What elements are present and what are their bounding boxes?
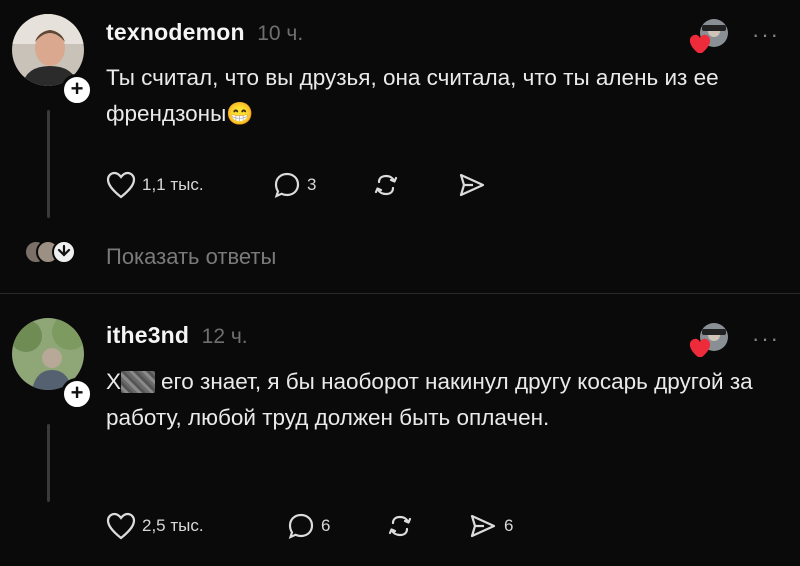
comment-text-content: его знает, я бы наоборот накинул другу к… [106,369,753,430]
share-button[interactable] [457,171,487,199]
grinning-emoji: 😁 [226,101,254,126]
thread-line [47,424,50,502]
timestamp: 10 ч. [257,22,304,45]
comment-header: ithe3nd 12 ч. [106,322,248,349]
liked-by-author-badge [688,17,732,62]
heart-outline-icon [106,171,136,199]
reply-button[interactable]: 3 [273,171,316,199]
divider [0,293,800,294]
repost-icon [374,174,398,196]
reply-count: 3 [307,175,317,194]
comment-text-content: Ты считал, что вы друзья, она считала, ч… [106,65,719,126]
username[interactable]: ithe3nd [106,322,189,348]
show-replies-link[interactable]: Показать ответы [106,244,276,270]
username[interactable]: texnodemon [106,19,245,45]
heart-outline-icon [106,512,136,540]
redacted-prefix: Х [106,369,122,394]
speech-bubble-icon [274,172,300,198]
timestamp: 12 ч. [201,325,248,348]
follow-plus-icon[interactable]: + [61,74,93,106]
reply-count: 6 [321,516,331,535]
comment-header: texnodemon 10 ч. [106,19,303,46]
repost-button[interactable] [372,171,400,199]
repost-icon [388,515,412,537]
comment-text: Ты считал, что вы друзья, она считала, ч… [106,60,746,132]
reply-avatars [24,238,80,271]
send-icon [470,514,496,538]
more-dots-icon[interactable]: ··· [752,22,780,48]
like-count: 2,5 тыс. [142,516,204,535]
repost-button[interactable] [386,512,414,540]
liked-by-author-badge [688,321,732,366]
share-count: 6 [504,516,514,535]
like-button[interactable]: 2,5 тыс. [106,512,204,540]
send-icon [459,173,485,197]
comment-text: Хего знает, я бы наоборот накинул другу … [106,364,786,436]
share-button[interactable]: 6 [468,512,513,540]
thread-line [47,110,50,218]
like-count: 1,1 тыс. [142,175,204,194]
follow-plus-icon[interactable]: + [61,378,93,410]
reply-button[interactable]: 6 [287,512,330,540]
like-button[interactable]: 1,1 тыс. [106,171,204,199]
speech-bubble-icon [288,513,314,539]
redacted-word [121,371,156,393]
more-dots-icon[interactable]: ··· [752,326,780,352]
